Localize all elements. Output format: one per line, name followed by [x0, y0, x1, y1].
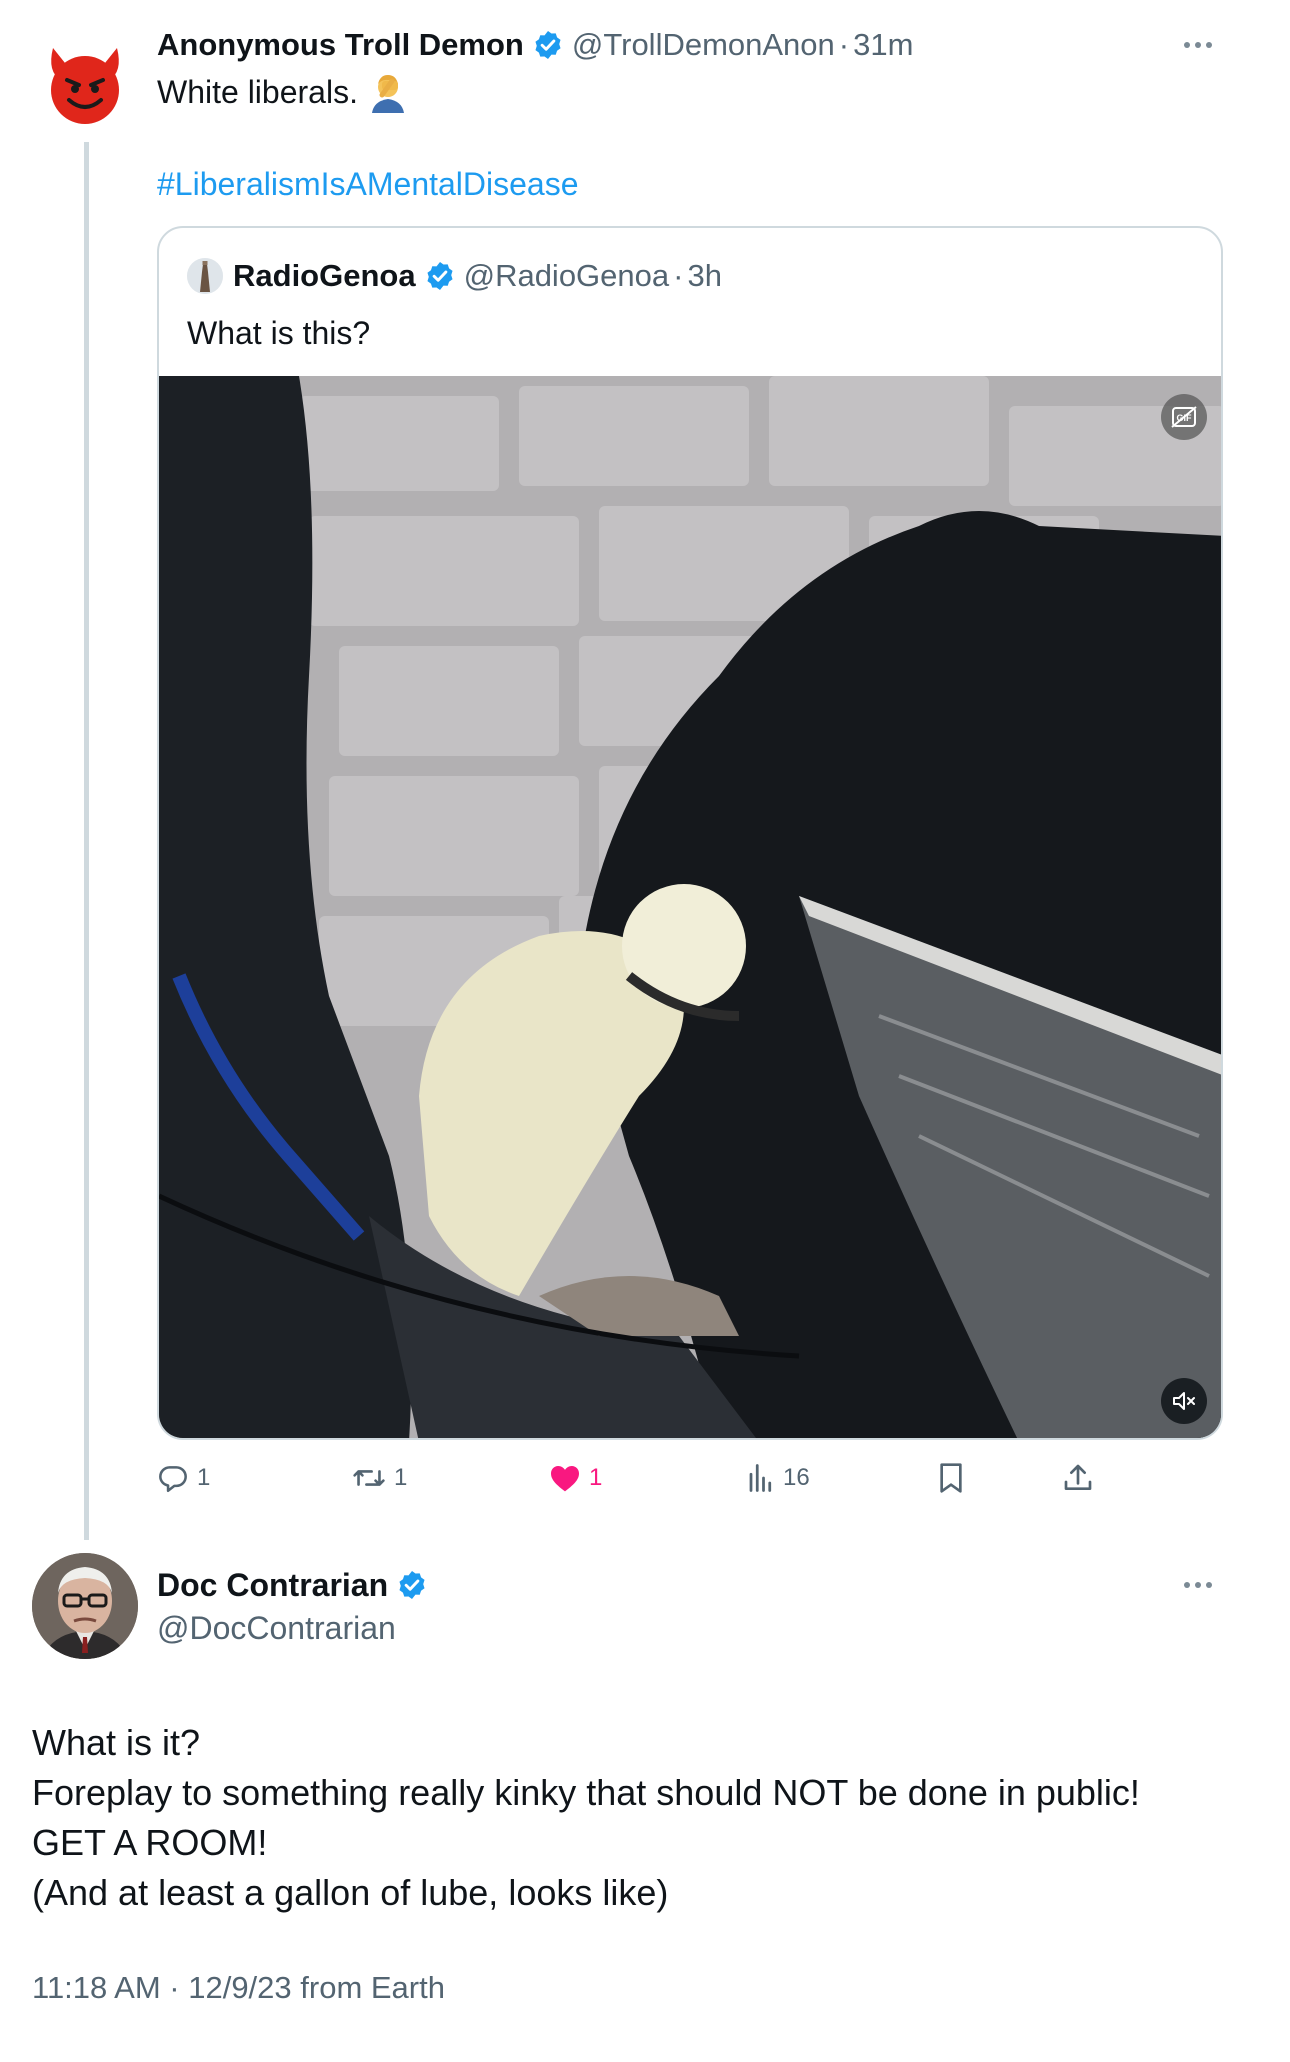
- quoted-tweet-text: What is this?: [187, 315, 371, 351]
- quoted-author-name[interactable]: RadioGenoa: [233, 258, 416, 294]
- video-player[interactable]: GIF: [159, 376, 1221, 1438]
- tweet-text: White liberals.: [157, 70, 408, 114]
- like-button[interactable]: 1: [549, 1455, 602, 1501]
- reply-icon: [159, 1466, 187, 1493]
- reply-text-line: Foreplay to something really kinky that …: [32, 1772, 1140, 1813]
- reply-text-line: (And at least a gallon of lube, looks li…: [32, 1872, 669, 1913]
- share-button[interactable]: [1062, 1455, 1094, 1501]
- smiling-devil-icon: [51, 48, 119, 124]
- quoted-tweet-time: 3h: [687, 258, 722, 293]
- gif-auto-play-icon[interactable]: GIF: [1161, 394, 1207, 440]
- author-portrait-image: [32, 1553, 138, 1659]
- reply-tweet-header: Doc Contrarian: [157, 1563, 428, 1607]
- reply-count: 1: [197, 1464, 211, 1491]
- verified-badge-icon[interactable]: [396, 1569, 428, 1601]
- tweet-timestamp[interactable]: 11:18 AM · 12/9/23 from Earth: [32, 1966, 445, 2010]
- tweet-action-bar: 1 1 1 16: [157, 1455, 1117, 1501]
- reply-text-line: GET A ROOM!: [32, 1822, 268, 1863]
- repost-button[interactable]: 1: [352, 1455, 407, 1501]
- verified-badge-icon[interactable]: [532, 29, 564, 61]
- tweet-time[interactable]: 31m: [853, 27, 913, 63]
- bookmark-button[interactable]: [937, 1455, 965, 1501]
- meta-separator: ·: [673, 258, 684, 293]
- repost-count: 1: [394, 1464, 408, 1491]
- bookmark-icon: [940, 1463, 962, 1493]
- video-frame-image: [159, 376, 1221, 1438]
- quoted-tweet-header: RadioGenoa @RadioGenoa · 3h: [233, 255, 722, 297]
- verified-badge-icon[interactable]: [424, 260, 456, 292]
- quoted-author-avatar[interactable]: [187, 258, 223, 294]
- author-avatar[interactable]: [32, 31, 138, 137]
- quoted-author-handle[interactable]: @RadioGenoa: [464, 258, 670, 294]
- reply-text-line: What is it?: [32, 1722, 201, 1763]
- reply-author-handle[interactable]: @DocContrarian: [157, 1606, 396, 1650]
- meta-separator: ·: [838, 27, 850, 62]
- views-count: 16: [783, 1464, 810, 1491]
- reply-author-avatar[interactable]: [32, 1553, 138, 1659]
- author-handle[interactable]: @TrollDemonAnon: [572, 27, 835, 63]
- man-facepalming-icon: [368, 71, 408, 113]
- views-button[interactable]: 16: [747, 1455, 810, 1501]
- thread-connector-line: [84, 142, 89, 1540]
- like-count: 1: [589, 1464, 603, 1491]
- reply-button[interactable]: 1: [157, 1455, 210, 1501]
- like-icon: [551, 1466, 579, 1492]
- share-icon: [1064, 1464, 1092, 1490]
- reply-tweet-text: What is it? Foreplay to something really…: [32, 1718, 1140, 1918]
- views-icon: [749, 1464, 772, 1492]
- repost-icon: [353, 1470, 385, 1486]
- reply-author-name[interactable]: Doc Contrarian: [157, 1567, 388, 1604]
- author-name[interactable]: Anonymous Troll Demon: [157, 27, 524, 63]
- hashtag-link[interactable]: #LiberalismIsAMentalDisease: [157, 162, 579, 206]
- muted-speaker-icon[interactable]: [1161, 1378, 1207, 1424]
- more-options-icon[interactable]: [1184, 1582, 1212, 1588]
- main-tweet-header: Anonymous Troll Demon @TrollDemonAnon · …: [157, 24, 913, 66]
- tweet-text-content: White liberals.: [157, 74, 358, 110]
- quoted-tweet-card[interactable]: RadioGenoa @RadioGenoa · 3h What is this…: [157, 226, 1223, 1440]
- more-options-icon[interactable]: [1184, 42, 1212, 48]
